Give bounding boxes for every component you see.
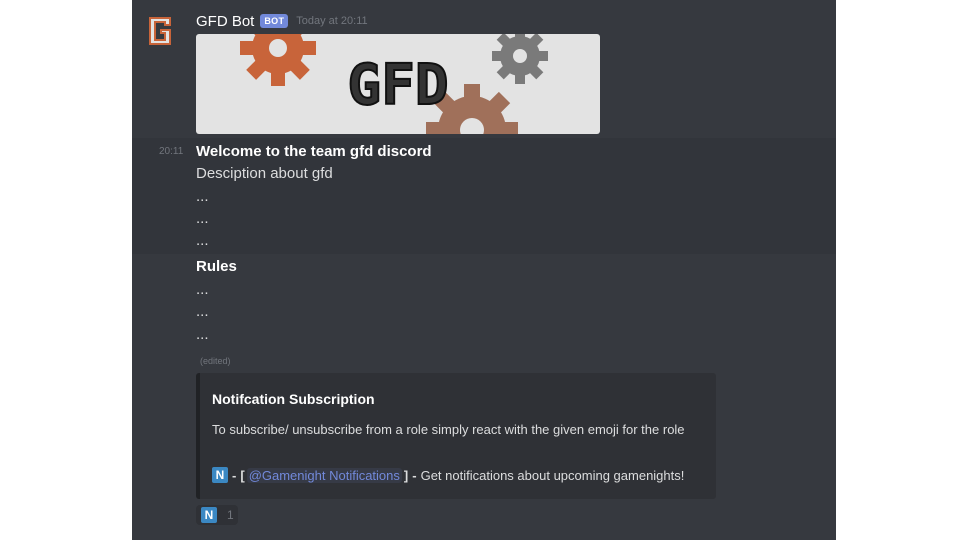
rules-heading: Rules bbox=[196, 258, 237, 275]
gfd-banner-image[interactable]: GFD bbox=[196, 34, 600, 134]
open-bracket: [ bbox=[240, 467, 245, 483]
bot-badge: BOT bbox=[260, 14, 289, 28]
n-emoji-icon: N bbox=[212, 467, 228, 483]
reaction-count: 1 bbox=[227, 508, 234, 522]
notification-embed: Notifcation Subscription To subscribe/ u… bbox=[196, 373, 716, 499]
close-bracket: ] bbox=[403, 467, 409, 483]
ellipsis-line: ... bbox=[196, 232, 209, 249]
ellipsis-line: ... bbox=[196, 326, 209, 343]
ellipsis-line: ... bbox=[196, 281, 209, 298]
role-description: Get notifications about upcoming gamenig… bbox=[420, 467, 685, 483]
welcome-heading: Welcome to the team gfd discord bbox=[196, 143, 432, 160]
ellipsis-line: ... bbox=[196, 210, 209, 227]
role-mention[interactable]: @Gamenight Notifications bbox=[246, 467, 402, 483]
banner-text: GFD bbox=[347, 53, 448, 118]
edited-label: (edited) bbox=[200, 356, 231, 366]
role-entry: N - [ @Gamenight Notifications ] - Get n… bbox=[212, 467, 684, 483]
separator: - bbox=[232, 467, 237, 483]
chat-area: GFD Bot BOT Today at 20:11 GFD 20:11 Wel… bbox=[132, 0, 836, 540]
n-emoji-icon: N bbox=[201, 507, 217, 523]
author-name[interactable]: GFD Bot bbox=[196, 13, 254, 30]
embed-title: Notifcation Subscription bbox=[212, 391, 375, 407]
message-header: GFD Bot BOT Today at 20:11 bbox=[196, 11, 368, 31]
compact-timestamp: 20:11 bbox=[159, 146, 184, 157]
description-text: Desciption about gfd bbox=[196, 165, 333, 182]
ellipsis-line: ... bbox=[196, 303, 209, 320]
bot-avatar[interactable] bbox=[146, 14, 174, 48]
reaction-button[interactable]: N 1 bbox=[196, 505, 238, 525]
ellipsis-line: ... bbox=[196, 188, 209, 205]
embed-description: To subscribe/ unsubscribe from a role si… bbox=[212, 422, 685, 437]
separator: - bbox=[412, 467, 417, 483]
message-timestamp: Today at 20:11 bbox=[296, 15, 368, 27]
